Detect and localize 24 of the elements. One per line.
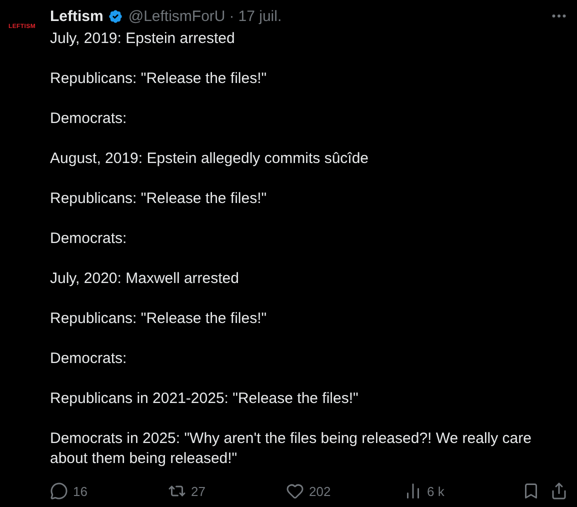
post-paragraph: Democrats: — [50, 349, 128, 369]
post-paragraph: Republicans in 2021-2025: "Release the files!" — [50, 389, 360, 409]
bar-chart-icon — [404, 482, 422, 500]
bookmark-button[interactable] — [522, 482, 540, 500]
post-paragraph: Democrats in 2025: "Why aren't the files being released?! We really care about them being released!" — [50, 429, 532, 469]
like-button[interactable]: 202 — [286, 482, 404, 500]
post-date[interactable]: 17 juil. — [238, 8, 282, 24]
author-name[interactable]: Leftism — [50, 8, 104, 24]
post-paragraph: Republicans: "Release the files!" — [50, 69, 268, 89]
author-handle[interactable]: @LeftismForU — [128, 8, 226, 24]
heart-icon — [286, 482, 304, 500]
post-paragraph: Republicans: "Release the files!" — [50, 189, 268, 209]
post-paragraph: Republicans: "Release the files!" — [50, 309, 268, 329]
retweet-button[interactable]: 27 — [168, 482, 286, 500]
views-button[interactable]: 6 k — [404, 482, 522, 500]
reply-icon — [50, 482, 68, 500]
reply-button[interactable]: 16 — [50, 482, 168, 500]
post-paragraph: July, 2020: Maxwell arrested — [50, 269, 240, 289]
post-paragraph: August, 2019: Epstein allegedly commits sûcîde — [50, 149, 370, 169]
share-button[interactable] — [550, 482, 568, 500]
post-paragraph: Democrats: — [50, 109, 128, 129]
post-paragraph: July, 2019: Epstein arrested — [50, 29, 236, 49]
post-paragraph: Democrats: — [50, 229, 128, 249]
separator: · — [229, 8, 234, 24]
